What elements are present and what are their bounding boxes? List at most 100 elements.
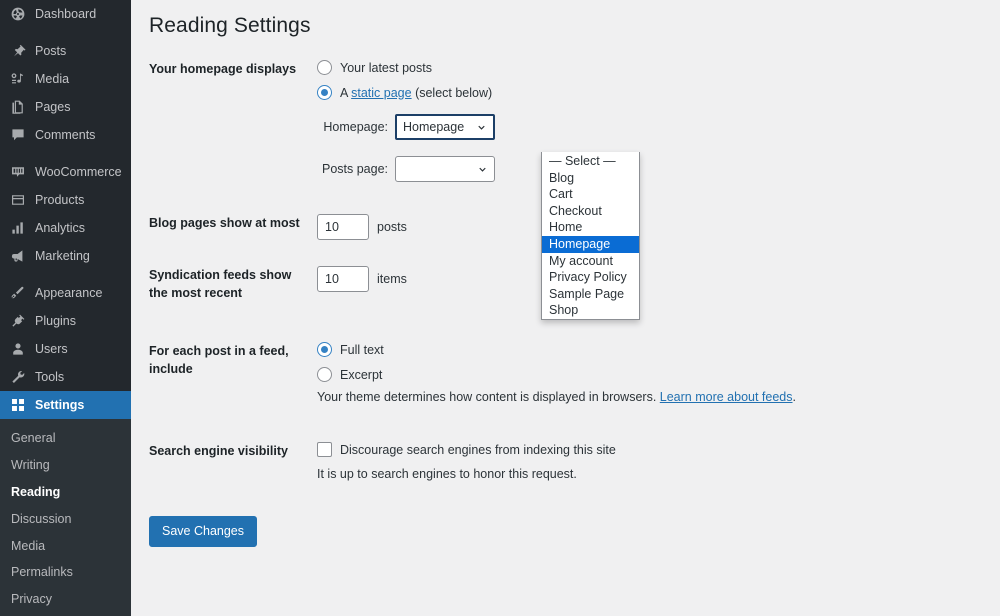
radio-latest-posts[interactable]: Your latest posts — [317, 60, 982, 75]
radio-static-page-control[interactable] — [317, 85, 332, 100]
submenu-item-general[interactable]: General — [0, 425, 131, 452]
feed-include-helper: Your theme determines how content is dis… — [317, 388, 982, 407]
radio-excerpt[interactable]: Excerpt — [317, 367, 982, 383]
dropdown-option[interactable]: Shop — [542, 302, 639, 319]
radio-static-page[interactable]: A static page (select below) — [317, 85, 982, 100]
sidebar-item-label: Marketing — [35, 248, 90, 263]
plugins-icon — [9, 312, 27, 330]
sidebar-item-products[interactable]: Products — [0, 186, 131, 214]
blog-pages-unit: posts — [377, 220, 407, 234]
dropdown-option[interactable]: Privacy Policy — [542, 269, 639, 286]
field-homepage-displays: Your latest posts A static page (select … — [317, 60, 1000, 182]
radio-static-page-label: A static page (select below) — [340, 86, 492, 100]
sidebar-item-label: Settings — [35, 397, 85, 412]
learn-more-feeds-link[interactable]: Learn more about feeds — [660, 390, 793, 404]
posts-page-select[interactable] — [395, 156, 495, 182]
sidebar-item-label: Analytics — [35, 220, 86, 235]
homepage-select[interactable]: Homepage — [395, 114, 495, 140]
label-homepage-displays: Your homepage displays — [149, 62, 297, 76]
label-search-visibility: Search engine visibility — [149, 444, 288, 458]
radio-latest-posts-label: Your latest posts — [340, 60, 432, 75]
sidebar-item-dashboard[interactable]: Dashboard — [0, 0, 131, 28]
sidebar-item-posts[interactable]: Posts — [0, 37, 131, 65]
sidebar-item-label: Plugins — [35, 313, 76, 328]
field-feed-include: Full text Excerpt Your theme determines … — [317, 342, 1000, 407]
sidebar-item-settings[interactable]: Settings — [0, 391, 131, 419]
sidebar-item-appearance[interactable]: Appearance — [0, 279, 131, 307]
submenu-item-media[interactable]: Media — [0, 533, 131, 560]
sidebar-item-label: Products — [35, 192, 85, 207]
page-title: Reading Settings — [149, 14, 311, 37]
checkbox-discourage-search-control[interactable] — [317, 442, 332, 457]
homepage-select-value: Homepage — [403, 120, 465, 134]
sidebar-item-label: Pages — [35, 99, 71, 114]
sidebar-item-label: Posts — [35, 43, 67, 58]
pages-icon — [9, 98, 27, 116]
sidebar-item-plugins[interactable]: Plugins — [0, 307, 131, 335]
form-actions: Save Changes — [131, 484, 1000, 548]
field-search-visibility: Discourage search engines from indexing … — [317, 442, 1000, 484]
sidebar-item-analytics[interactable]: Analytics — [0, 214, 131, 242]
main-content: Reading Settings Your homepage displays … — [131, 0, 1000, 616]
megaphone-icon — [9, 247, 27, 265]
dropdown-option[interactable]: Blog — [542, 170, 639, 187]
submenu-item-discussion[interactable]: Discussion — [0, 506, 131, 533]
dropdown-option-selected[interactable]: Homepage — [542, 235, 639, 253]
products-icon — [9, 191, 27, 209]
dropdown-option[interactable]: — Select — — [542, 153, 639, 170]
dropdown-option[interactable]: My account — [542, 253, 639, 270]
label-syndication-feeds: Syndication feeds show the most recent — [149, 268, 292, 301]
wordpress-admin: Dashboard Posts Media Pages Comments Woo… — [0, 0, 1000, 616]
static-page-prefix: A — [340, 85, 352, 100]
media-icon — [9, 70, 27, 88]
woocommerce-icon — [9, 163, 27, 181]
sidebar-item-comments[interactable]: Comments — [0, 121, 131, 149]
blog-pages-input[interactable] — [317, 214, 369, 240]
sidebar-item-tools[interactable]: Tools — [0, 363, 131, 391]
static-page-suffix: (select below) — [411, 85, 493, 100]
submenu-item-reading[interactable]: Reading — [0, 479, 131, 506]
sidebar-item-media[interactable]: Media — [0, 65, 131, 93]
comment-icon — [9, 126, 27, 144]
row-posts-page-select: Posts page: — [319, 156, 982, 182]
sidebar-item-label: Appearance — [35, 285, 103, 300]
row-feed-include: For each post in a feed, include Full te… — [131, 342, 1000, 407]
submenu-item-writing[interactable]: Writing — [0, 452, 131, 479]
sidebar-item-label: Comments — [35, 127, 96, 142]
pin-icon — [9, 42, 27, 60]
dropdown-option[interactable]: Sample Page — [542, 286, 639, 303]
submenu-item-permalinks[interactable]: Permalinks — [0, 559, 131, 586]
brush-icon — [9, 284, 27, 302]
sidebar-item-label: Users — [35, 341, 68, 356]
checkbox-discourage-search[interactable]: Discourage search engines from indexing … — [317, 442, 982, 457]
users-icon — [9, 340, 27, 358]
save-changes-button[interactable]: Save Changes — [149, 515, 258, 548]
chevron-down-icon — [476, 122, 487, 133]
sidebar-item-label: Dashboard — [35, 6, 97, 21]
sidebar-item-woocommerce[interactable]: WooCommerce — [0, 158, 131, 186]
row-search-visibility: Search engine visibility Discourage sear… — [131, 442, 1000, 484]
label-posts-page-select: Posts page: — [321, 162, 388, 176]
dropdown-option[interactable]: Home — [542, 219, 639, 236]
sidebar-item-marketing[interactable]: Marketing — [0, 242, 131, 270]
radio-excerpt-control[interactable] — [317, 367, 332, 383]
sidebar-item-users[interactable]: Users — [0, 335, 131, 363]
radio-excerpt-label: Excerpt — [340, 367, 383, 382]
syndication-feeds-input[interactable] — [317, 266, 369, 292]
checkbox-discourage-search-label: Discourage search engines from indexing … — [340, 442, 616, 457]
submenu-item-privacy[interactable]: Privacy — [0, 586, 131, 613]
analytics-icon — [9, 219, 27, 237]
dropdown-option[interactable]: Cart — [542, 186, 639, 203]
radio-latest-posts-control[interactable] — [317, 60, 332, 75]
label-homepage-select: Homepage: — [323, 120, 388, 134]
search-visibility-helper: It is up to search engines to honor this… — [317, 467, 577, 481]
field-blog-pages: posts — [317, 214, 1000, 240]
syndication-feeds-unit: items — [377, 272, 407, 286]
radio-full-text[interactable]: Full text — [317, 342, 982, 358]
radio-full-text-control[interactable] — [317, 342, 332, 358]
dropdown-option[interactable]: Checkout — [542, 203, 639, 220]
tools-icon — [9, 368, 27, 386]
sidebar-item-pages[interactable]: Pages — [0, 93, 131, 121]
static-page-link[interactable]: static page — [351, 86, 411, 100]
homepage-select-dropdown[interactable]: — Select — Blog Cart Checkout Home Homep… — [541, 152, 640, 320]
